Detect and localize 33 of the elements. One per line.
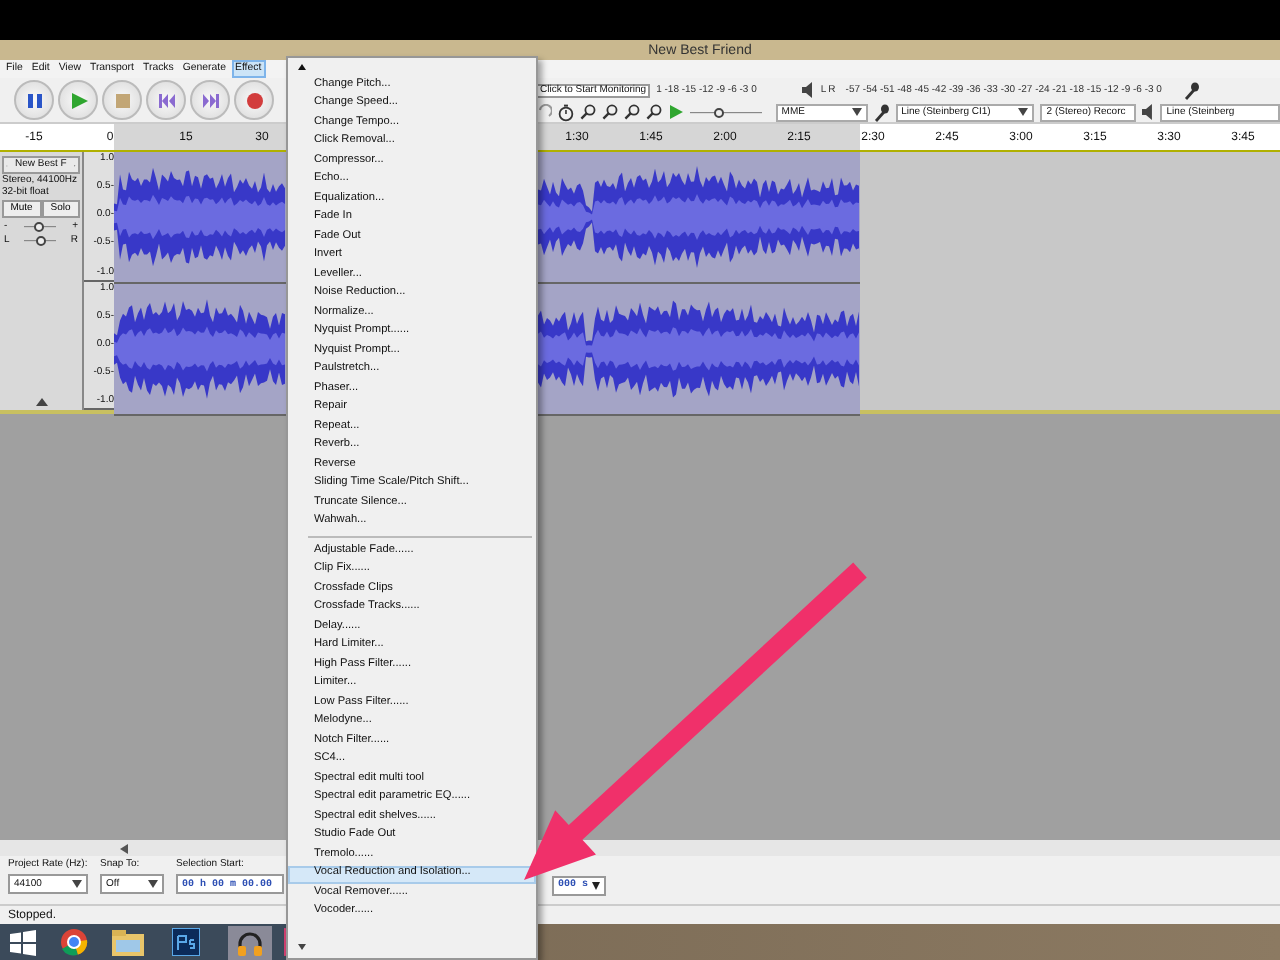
scroll-up-icon[interactable] bbox=[298, 64, 306, 70]
browser-icon[interactable] bbox=[60, 928, 88, 956]
pause-button[interactable] bbox=[14, 80, 54, 120]
folder-icon[interactable] bbox=[112, 929, 144, 955]
skip-to-end-button[interactable] bbox=[190, 80, 230, 120]
skip-to-start-button[interactable] bbox=[146, 80, 186, 120]
pan-slider-thumb[interactable] bbox=[35, 235, 46, 245]
microphone-icon bbox=[873, 103, 890, 121]
play-button[interactable] bbox=[58, 80, 98, 120]
stop-icon bbox=[113, 91, 131, 109]
skip-to-start-icon bbox=[157, 91, 175, 109]
speed-slider-thumb[interactable] bbox=[713, 107, 724, 117]
speaker-icon bbox=[1142, 104, 1155, 120]
record-icon bbox=[245, 91, 263, 109]
record-button[interactable] bbox=[234, 80, 274, 120]
headphones-icon[interactable] bbox=[236, 929, 264, 955]
scroll-left-icon[interactable] bbox=[120, 843, 128, 853]
timer-icon[interactable] bbox=[557, 103, 574, 121]
pause-icon bbox=[25, 91, 43, 109]
microphone-icon bbox=[1183, 81, 1200, 99]
fit-selection-icon[interactable] bbox=[623, 104, 640, 120]
gain-slider-thumb[interactable] bbox=[34, 221, 45, 231]
speaker-icon bbox=[802, 82, 815, 98]
fit-project-icon[interactable] bbox=[645, 104, 662, 120]
windows-logo-icon[interactable] bbox=[10, 929, 36, 955]
zoom-out-icon[interactable] bbox=[601, 104, 618, 120]
skip-to-end-icon bbox=[201, 91, 219, 109]
photo-editor-icon[interactable] bbox=[172, 928, 200, 956]
collapse-icon[interactable] bbox=[35, 398, 47, 406]
undo-icon[interactable] bbox=[536, 104, 552, 120]
zoom-in-icon[interactable] bbox=[579, 104, 596, 120]
scroll-down-icon[interactable] bbox=[298, 943, 306, 949]
play-icon bbox=[69, 91, 87, 109]
